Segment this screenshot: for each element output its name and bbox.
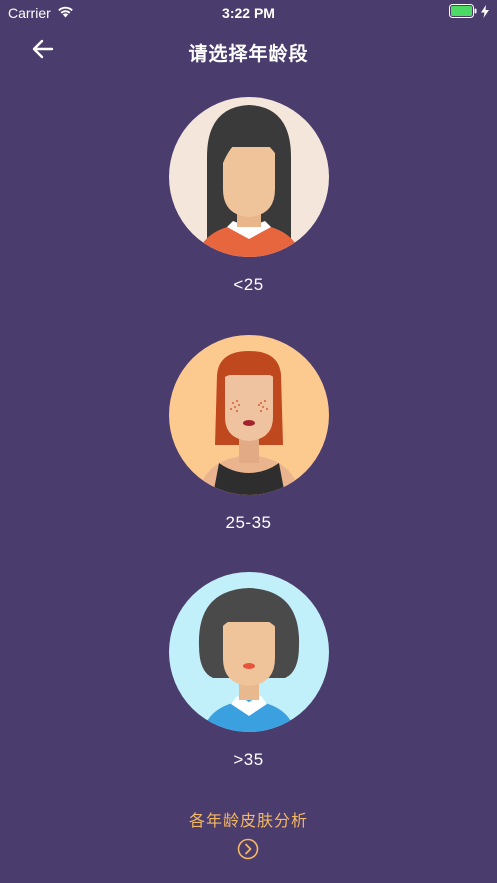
age-label-under-25: <25 <box>233 275 264 294</box>
young-woman-avatar <box>168 97 329 257</box>
status-right <box>449 4 489 21</box>
chevron-right-circle-icon[interactable] <box>237 838 259 860</box>
age-option-under-25[interactable]: <25 <box>0 97 497 295</box>
mature-woman-avatar <box>168 572 329 732</box>
status-time: 3:22 PM <box>222 5 275 21</box>
skin-analysis-link[interactable]: 各年龄皮肤分析 <box>0 807 497 831</box>
age-option-25-35[interactable]: 25-35 <box>0 335 497 533</box>
nav-bar: 请选择年龄段 <box>0 28 497 74</box>
age-label-over-35: >35 <box>233 750 264 769</box>
redhead-woman-avatar <box>168 335 329 495</box>
age-label-25-35: 25-35 <box>225 513 272 532</box>
bolt-icon <box>481 4 489 21</box>
age-option-over-35[interactable]: >35 <box>0 572 497 770</box>
status-bar: Carrier 3:22 PM <box>0 0 497 26</box>
battery-icon <box>449 4 477 21</box>
page-title: 请选择年龄段 <box>188 44 309 65</box>
